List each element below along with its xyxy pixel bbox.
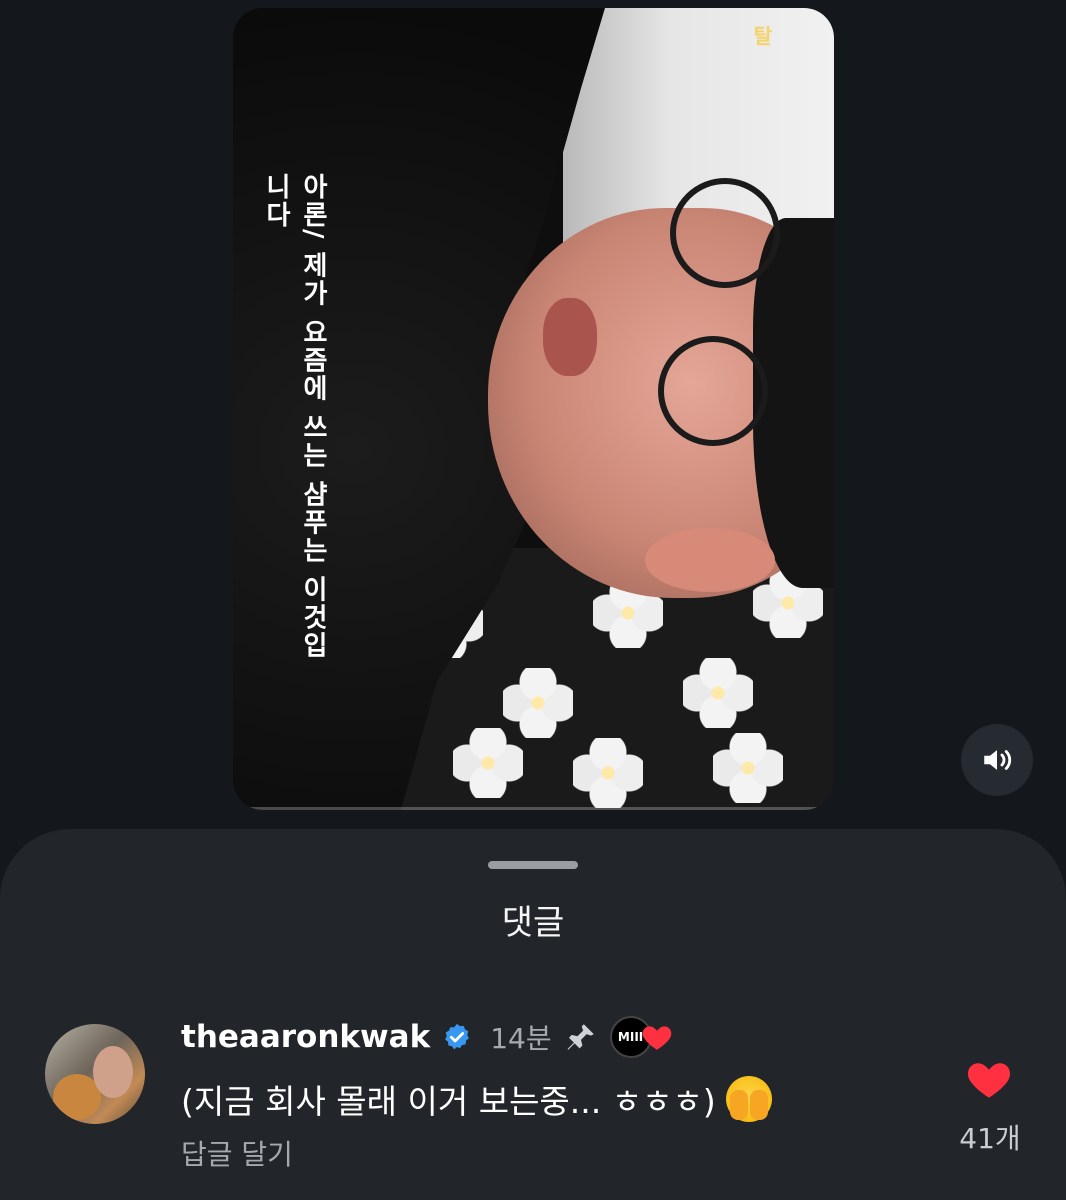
speaker-volume-icon bbox=[984, 750, 1012, 770]
sound-toggle-button[interactable] bbox=[961, 724, 1033, 796]
verified-badge-icon bbox=[445, 1023, 470, 1050]
tile-flower bbox=[573, 738, 643, 808]
comment-time: 14분 bbox=[490, 1022, 552, 1055]
comment-username[interactable]: theaaronkwak bbox=[181, 1019, 430, 1055]
like-count: 41개 bbox=[959, 1122, 1021, 1155]
reply-button[interactable]: 답글 달기 bbox=[181, 1133, 293, 1173]
like-heart-icon[interactable] bbox=[964, 1058, 1014, 1104]
reel-video[interactable]: 아론/ 제가 요즘에 쓰는 샴푸는 이것입니다 탈 bbox=[233, 8, 834, 810]
avatar-face bbox=[93, 1046, 133, 1098]
glasses-lens bbox=[670, 178, 780, 288]
tile-flower bbox=[453, 728, 523, 798]
sheet-drag-handle[interactable] bbox=[488, 861, 578, 869]
comments-sheet: 댓글 theaaronkwak 14분 MIII (지금 회사 몰래 이거 보는… bbox=[0, 829, 1066, 1200]
emoji-hand bbox=[749, 1090, 768, 1120]
comment-body: (지금 회사 몰래 이거 보는중... ㅎㅎㅎ) bbox=[181, 1075, 772, 1123]
emoji-hand bbox=[729, 1090, 748, 1120]
comment-header: theaaronkwak 14분 MIII bbox=[181, 1015, 674, 1059]
tile-flower bbox=[683, 658, 753, 728]
video-subtitle: 아론/ 제가 요즘에 쓰는 샴푸는 이것입니다 bbox=[261, 173, 328, 660]
avatar[interactable] bbox=[45, 1024, 145, 1124]
comment-text: (지금 회사 몰래 이거 보는중... ㅎㅎㅎ) bbox=[181, 1082, 716, 1121]
channel-logo: 탈 bbox=[753, 23, 773, 48]
glasses-lens bbox=[658, 336, 768, 446]
person-ear bbox=[645, 528, 775, 592]
sheet-title: 댓글 bbox=[501, 903, 565, 943]
heart-icon bbox=[642, 1026, 671, 1050]
person-mouth bbox=[543, 298, 597, 376]
creator-liked-badge: MIII bbox=[609, 1016, 674, 1058]
face-with-hand-over-eyes-icon bbox=[725, 1076, 772, 1122]
pin-icon bbox=[567, 1024, 594, 1050]
video-progress-bar[interactable] bbox=[233, 807, 834, 810]
tile-flower bbox=[713, 733, 783, 803]
